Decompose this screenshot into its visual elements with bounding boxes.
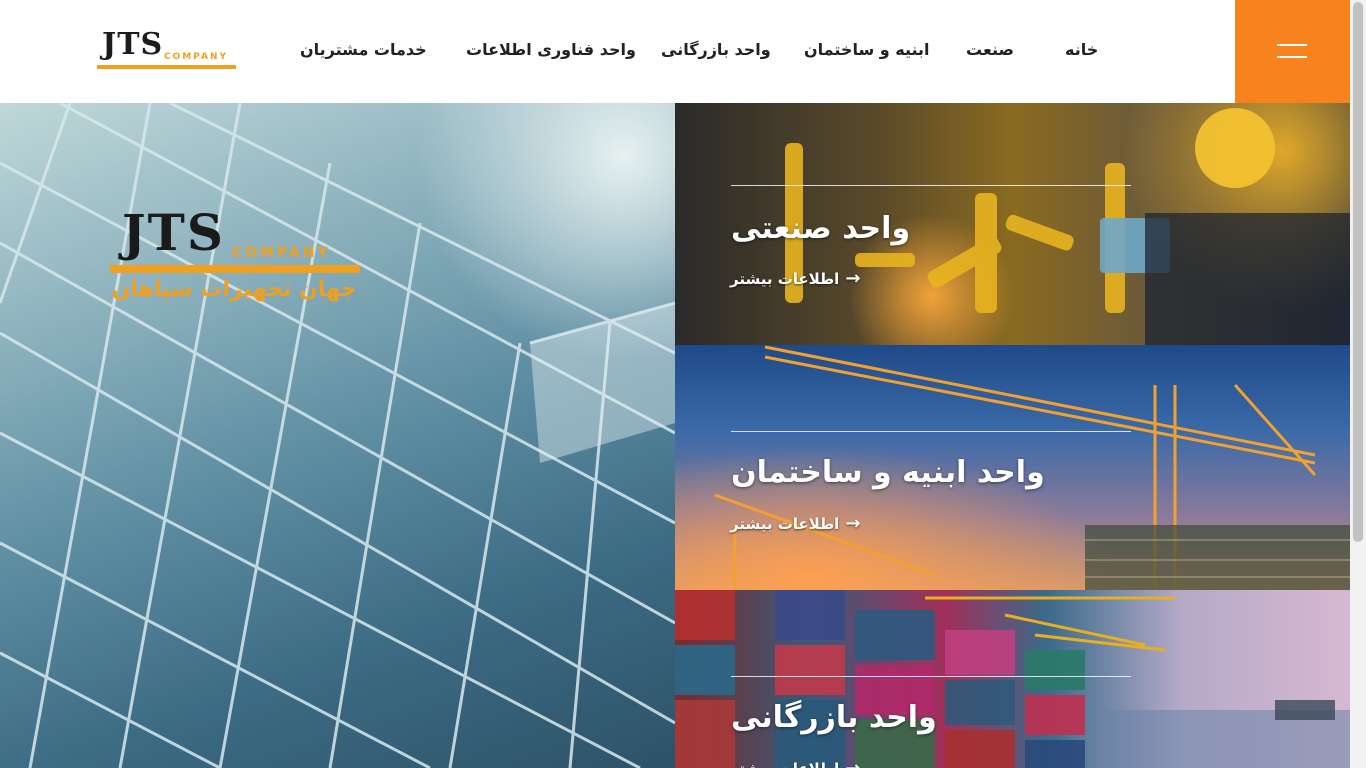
hero-logo-sub: COMPANY bbox=[232, 245, 331, 261]
tile-commerce-unit[interactable]: واحد بازرگانی اطلاعات بیشتر → bbox=[675, 590, 1350, 768]
site-header: JTS COMPANY خدمات مشتریان واحد فناوری اط… bbox=[0, 0, 1350, 103]
page-scrollbar[interactable] bbox=[1350, 0, 1366, 768]
logo-underline bbox=[97, 65, 236, 69]
hamburger-menu-icon bbox=[1277, 44, 1307, 46]
hero-logo-mark: JTS bbox=[122, 203, 225, 262]
tile-divider bbox=[731, 431, 1131, 432]
scrollbar-thumb[interactable] bbox=[1353, 2, 1363, 542]
hero-logo-bar bbox=[110, 265, 360, 273]
logo-mark: JTS bbox=[102, 27, 164, 62]
hero-logo: JTS COMPANY جهان تجهیزات سپاهان bbox=[108, 203, 368, 313]
tile-title: واحد ابنیه و ساختمان bbox=[731, 455, 1045, 490]
hero-banner: JTS COMPANY جهان تجهیزات سپاهان bbox=[0, 103, 675, 768]
tile-construction-unit[interactable]: واحد ابنیه و ساختمان اطلاعات بیشتر → bbox=[675, 345, 1350, 590]
nav-item-construction[interactable]: ابنیه و ساختمان bbox=[804, 40, 930, 59]
hamburger-menu-button[interactable] bbox=[1235, 0, 1350, 103]
nav-item-industry[interactable]: صنعت bbox=[966, 40, 1014, 59]
arrow-right-icon: → bbox=[845, 760, 860, 768]
main-nav: خدمات مشتریان واحد فناوری اطلاعات واحد ب… bbox=[300, 40, 1100, 64]
more-info-label: اطلاعات بیشتر bbox=[730, 515, 840, 533]
tile-industrial-unit[interactable]: واحد صنعتی اطلاعات بیشتر → bbox=[675, 103, 1350, 345]
more-info-link[interactable]: اطلاعات بیشتر → bbox=[730, 760, 860, 768]
more-info-link[interactable]: اطلاعات بیشتر → bbox=[730, 268, 861, 289]
shipping-containers-illustration bbox=[675, 590, 1350, 768]
arrow-right-icon: → bbox=[845, 513, 861, 534]
nav-item-commerce-unit[interactable]: واحد بازرگانی bbox=[661, 40, 771, 59]
arrow-right-icon: → bbox=[845, 268, 861, 289]
nav-item-home[interactable]: خانه bbox=[1065, 40, 1098, 59]
tile-divider bbox=[731, 185, 1131, 186]
more-info-label: اطلاعات بیشتر bbox=[730, 760, 839, 768]
hamburger-menu-icon bbox=[1277, 56, 1307, 58]
more-info-label: اطلاعات بیشتر bbox=[730, 270, 840, 288]
hero-tagline: جهان تجهیزات سپاهان bbox=[111, 277, 357, 302]
more-info-link[interactable]: اطلاعات بیشتر → bbox=[730, 513, 861, 534]
site-logo[interactable]: JTS COMPANY bbox=[97, 27, 237, 72]
tile-divider bbox=[731, 676, 1131, 677]
tile-title: واحد بازرگانی bbox=[731, 700, 937, 735]
tile-title: واحد صنعتی bbox=[731, 211, 911, 246]
logo-sub: COMPANY bbox=[164, 52, 228, 62]
nav-item-customer-services[interactable]: خدمات مشتریان bbox=[300, 40, 427, 59]
nav-item-it-unit[interactable]: واحد فناوری اطلاعات bbox=[466, 40, 636, 59]
